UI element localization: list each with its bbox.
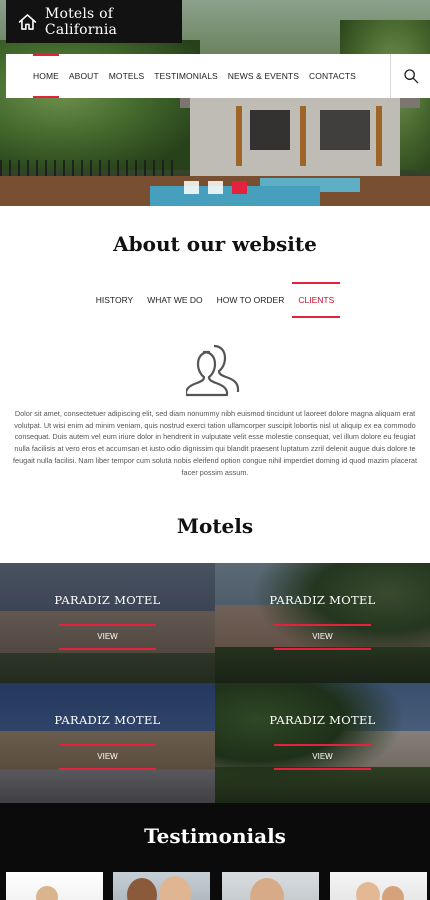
motel-card[interactable]: PARADIZ MOTEL VIEW (0, 683, 215, 803)
users-icon (186, 344, 240, 397)
tab-history[interactable]: History (90, 282, 139, 318)
photo-subject (356, 882, 380, 900)
motel-overlay (0, 563, 215, 683)
motel-name: PARADIZ MOTEL (54, 593, 161, 607)
nav-item-news-events[interactable]: News & Events (228, 54, 299, 98)
motel-name: PARADIZ MOTEL (269, 713, 376, 727)
slider-dot[interactable] (208, 181, 223, 194)
section-title-motels: Motels (176, 514, 254, 538)
motel-card[interactable]: PARADIZ MOTEL VIEW (215, 563, 430, 683)
search-button[interactable] (390, 54, 430, 98)
motel-card[interactable]: PARADIZ MOTEL VIEW (215, 683, 430, 803)
nav-item-about[interactable]: About (69, 54, 99, 98)
photo-subject (36, 886, 58, 900)
photo-subject (382, 886, 404, 900)
photo-subject (127, 878, 157, 900)
photo-subject (250, 878, 284, 900)
testimonial-photo[interactable] (330, 872, 427, 900)
home-icon (18, 13, 37, 30)
view-button[interactable]: VIEW (59, 744, 156, 770)
testimonial-photo[interactable] (113, 872, 210, 900)
nav-item-motels[interactable]: Motels (109, 54, 145, 98)
slider-dot-active[interactable] (232, 181, 247, 194)
main-nav: Home About Motels Testimonials News & Ev… (6, 54, 430, 98)
motel-name: PARADIZ MOTEL (54, 713, 161, 727)
about-text: Dolor sit amet, consectetuer adipiscing … (13, 409, 417, 477)
nav-item-testimonials[interactable]: Testimonials (154, 54, 218, 98)
logo-text: Motels of California (44, 5, 118, 38)
photo-subject (159, 876, 191, 900)
section-title-about: About our website (113, 232, 317, 256)
testimonial-photo[interactable] (222, 872, 319, 900)
motel-name: PARADIZ MOTEL (269, 593, 376, 607)
nav-item-home[interactable]: Home (33, 54, 59, 98)
view-button[interactable]: VIEW (59, 624, 156, 650)
view-button[interactable]: VIEW (274, 624, 371, 650)
motel-overlay (215, 683, 430, 803)
testimonial-photo[interactable] (6, 872, 103, 900)
nav-item-contacts[interactable]: Contacts (309, 54, 356, 98)
slider-dot[interactable] (184, 181, 199, 194)
motel-grid: PARADIZ MOTEL VIEW PARADIZ MOTEL VIEW PA… (0, 563, 430, 803)
slider-pagination (184, 181, 247, 194)
tab-clients[interactable]: Clients (292, 282, 341, 318)
motel-card[interactable]: PARADIZ MOTEL VIEW (0, 563, 215, 683)
about-tabs: History What we do How to order Clients (0, 282, 430, 318)
motel-overlay (215, 563, 430, 683)
testimonials-section: Testimonials (0, 803, 430, 900)
site-logo[interactable]: Motels of California (6, 0, 182, 43)
motel-overlay (0, 683, 215, 803)
search-icon (403, 69, 418, 84)
view-button[interactable]: VIEW (274, 744, 371, 770)
section-title-testimonials: Testimonials (144, 824, 286, 848)
tab-how-to-order[interactable]: How to order (211, 282, 291, 318)
tab-what-we-do[interactable]: What we do (141, 282, 208, 318)
